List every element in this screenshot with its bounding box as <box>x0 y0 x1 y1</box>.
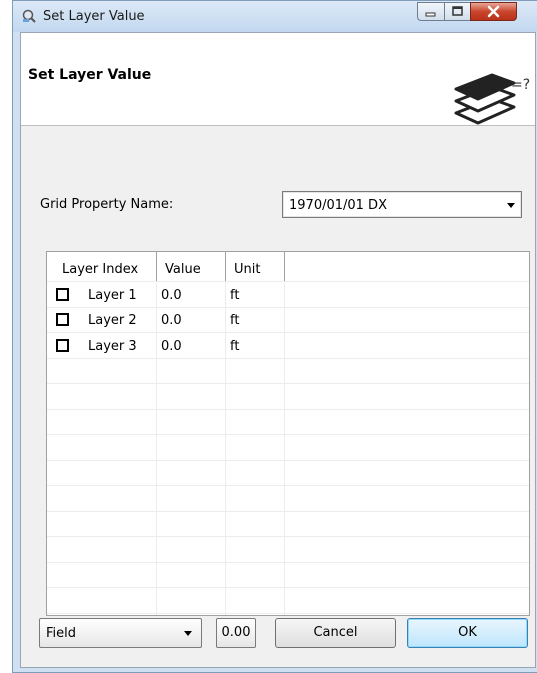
header-panel: Set Layer Value =? <box>21 33 535 126</box>
layer-value[interactable]: 0.0 <box>161 288 182 303</box>
layer-unit: ft <box>230 288 240 303</box>
layer-value[interactable]: 0.0 <box>161 339 182 354</box>
close-button[interactable] <box>470 2 517 21</box>
value-input[interactable]: 0.00 <box>216 618 256 648</box>
layer-unit: ft <box>230 339 240 354</box>
close-icon <box>487 5 500 18</box>
maximize-icon <box>452 6 463 16</box>
dialog-window: Set Layer Value Set Layer Value =? Grid … <box>12 0 537 673</box>
column-header-value[interactable]: Value <box>165 262 201 277</box>
row-checkbox[interactable] <box>56 339 69 352</box>
row-checkbox[interactable] <box>56 288 69 301</box>
grid-property-label: Grid Property Name: <box>40 197 174 212</box>
dialog-client-area: Set Layer Value =? Grid Property Name: 1… <box>20 32 536 668</box>
title-bar[interactable]: Set Layer Value <box>13 1 537 32</box>
layer-name: Layer 1 <box>88 288 137 303</box>
grid-property-select[interactable]: 1970/01/01 DX <box>282 191 522 218</box>
layer-table: Layer Index Value Unit Layer 1 0.0 ft La… <box>46 251 530 616</box>
ok-button[interactable]: OK <box>407 618 528 648</box>
row-checkbox[interactable] <box>56 313 69 326</box>
layer-name: Layer 2 <box>88 313 137 328</box>
table-header: Layer Index Value Unit <box>47 252 529 281</box>
maximize-button[interactable] <box>444 2 471 21</box>
minimize-button[interactable] <box>417 2 445 21</box>
layers-query-icon: =? <box>454 73 530 125</box>
column-header-unit[interactable]: Unit <box>234 262 260 277</box>
header-title: Set Layer Value <box>28 67 152 83</box>
header-icon-text: =? <box>511 77 530 93</box>
layer-name: Layer 3 <box>88 339 137 354</box>
cancel-button[interactable]: Cancel <box>275 618 396 648</box>
layer-value[interactable]: 0.0 <box>161 313 182 328</box>
grid-property-value: 1970/01/01 DX <box>289 198 387 213</box>
app-icon <box>22 9 36 23</box>
field-select[interactable]: Field <box>39 618 202 648</box>
minimize-icon <box>425 12 436 17</box>
field-select-value: Field <box>46 626 77 641</box>
window-title: Set Layer Value <box>43 9 145 24</box>
chevron-down-icon <box>184 631 192 636</box>
layer-unit: ft <box>230 313 240 328</box>
chevron-down-icon <box>507 203 515 208</box>
column-header-layer-index[interactable]: Layer Index <box>62 262 138 277</box>
